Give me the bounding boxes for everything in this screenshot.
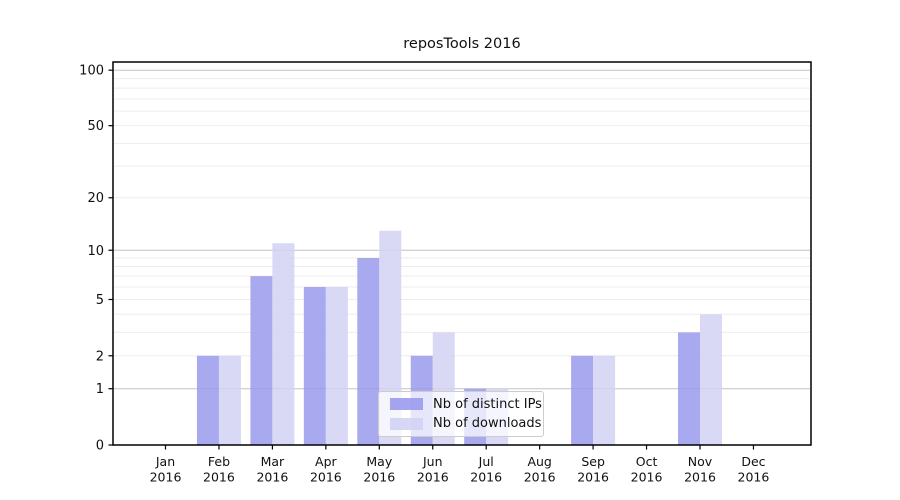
legend-label-downloads: Nb of downloads (433, 416, 541, 431)
y-tick-label: 0 (96, 439, 104, 454)
x-tick-label-month: Mar (261, 454, 285, 469)
y-tick-label: 1 (96, 382, 104, 397)
bar-apr-distinct-ips (304, 287, 326, 445)
bar-mar-downloads (272, 243, 294, 445)
x-tick-label-month: Jun (422, 454, 443, 469)
x-tick-label-month: Apr (315, 454, 337, 469)
y-tick-label: 20 (87, 191, 104, 206)
x-tick-label-year: 2016 (577, 470, 609, 485)
y-tick-label: 10 (87, 244, 104, 259)
x-tick-label-month: Oct (636, 454, 658, 469)
legend: Nb of distinct IPs Nb of downloads (378, 391, 544, 437)
bar-may-distinct-ips (357, 258, 379, 445)
y-tick-label: 5 (96, 293, 104, 308)
legend-swatch-distinct-ips (390, 398, 423, 410)
bar-nov-downloads (700, 314, 722, 445)
y-tick-label: 50 (87, 119, 104, 134)
legend-item-distinct-ips: Nb of distinct IPs (390, 397, 543, 412)
x-tick-label-year: 2016 (631, 470, 663, 485)
legend-item-downloads: Nb of downloads (390, 416, 543, 431)
x-tick-label-year: 2016 (524, 470, 556, 485)
y-axis: 0 1 2 5 10 20 50 100 (79, 64, 113, 454)
y-tick-label: 2 (96, 349, 104, 364)
x-tick-label-month: Sep (581, 454, 605, 469)
bar-sep-distinct-ips (571, 356, 593, 445)
bar-apr-downloads (326, 287, 348, 445)
x-tick-label-year: 2016 (256, 470, 288, 485)
y-tick-label: 100 (79, 64, 104, 79)
bar-feb-distinct-ips (197, 356, 219, 445)
x-tick-label-year: 2016 (363, 470, 395, 485)
x-tick-label-month: May (366, 454, 392, 469)
x-tick-label-year: 2016 (417, 470, 449, 485)
minor-gridlines (114, 79, 810, 356)
legend-label-distinct-ips: Nb of distinct IPs (433, 397, 542, 412)
x-tick-label-year: 2016 (738, 470, 770, 485)
x-tick-label-year: 2016 (150, 470, 182, 485)
x-tick-label-year: 2016 (203, 470, 235, 485)
bar-sep-downloads (593, 356, 615, 445)
bar-feb-downloads (219, 356, 241, 445)
bar-mar-distinct-ips (250, 276, 272, 445)
bar-nov-distinct-ips (678, 332, 700, 445)
x-tick-label-year: 2016 (470, 470, 502, 485)
x-tick-label-month: Aug (527, 454, 551, 469)
x-tick-label-year: 2016 (684, 470, 716, 485)
bar-chart-figure: reposTools 2016 0125102050100Jan2016Feb2… (0, 0, 900, 500)
x-tick-label-month: Jan (155, 454, 175, 469)
x-tick-label-month: Feb (208, 454, 230, 469)
x-tick-label-year: 2016 (310, 470, 342, 485)
x-tick-label-month: Dec (741, 454, 765, 469)
x-axis: Jan2016Feb2016Mar2016Apr2016May2016Jun20… (150, 445, 770, 485)
x-tick-label-month: Nov (688, 454, 713, 469)
legend-swatch-downloads (390, 418, 423, 430)
x-tick-label-month: Jul (478, 454, 494, 469)
